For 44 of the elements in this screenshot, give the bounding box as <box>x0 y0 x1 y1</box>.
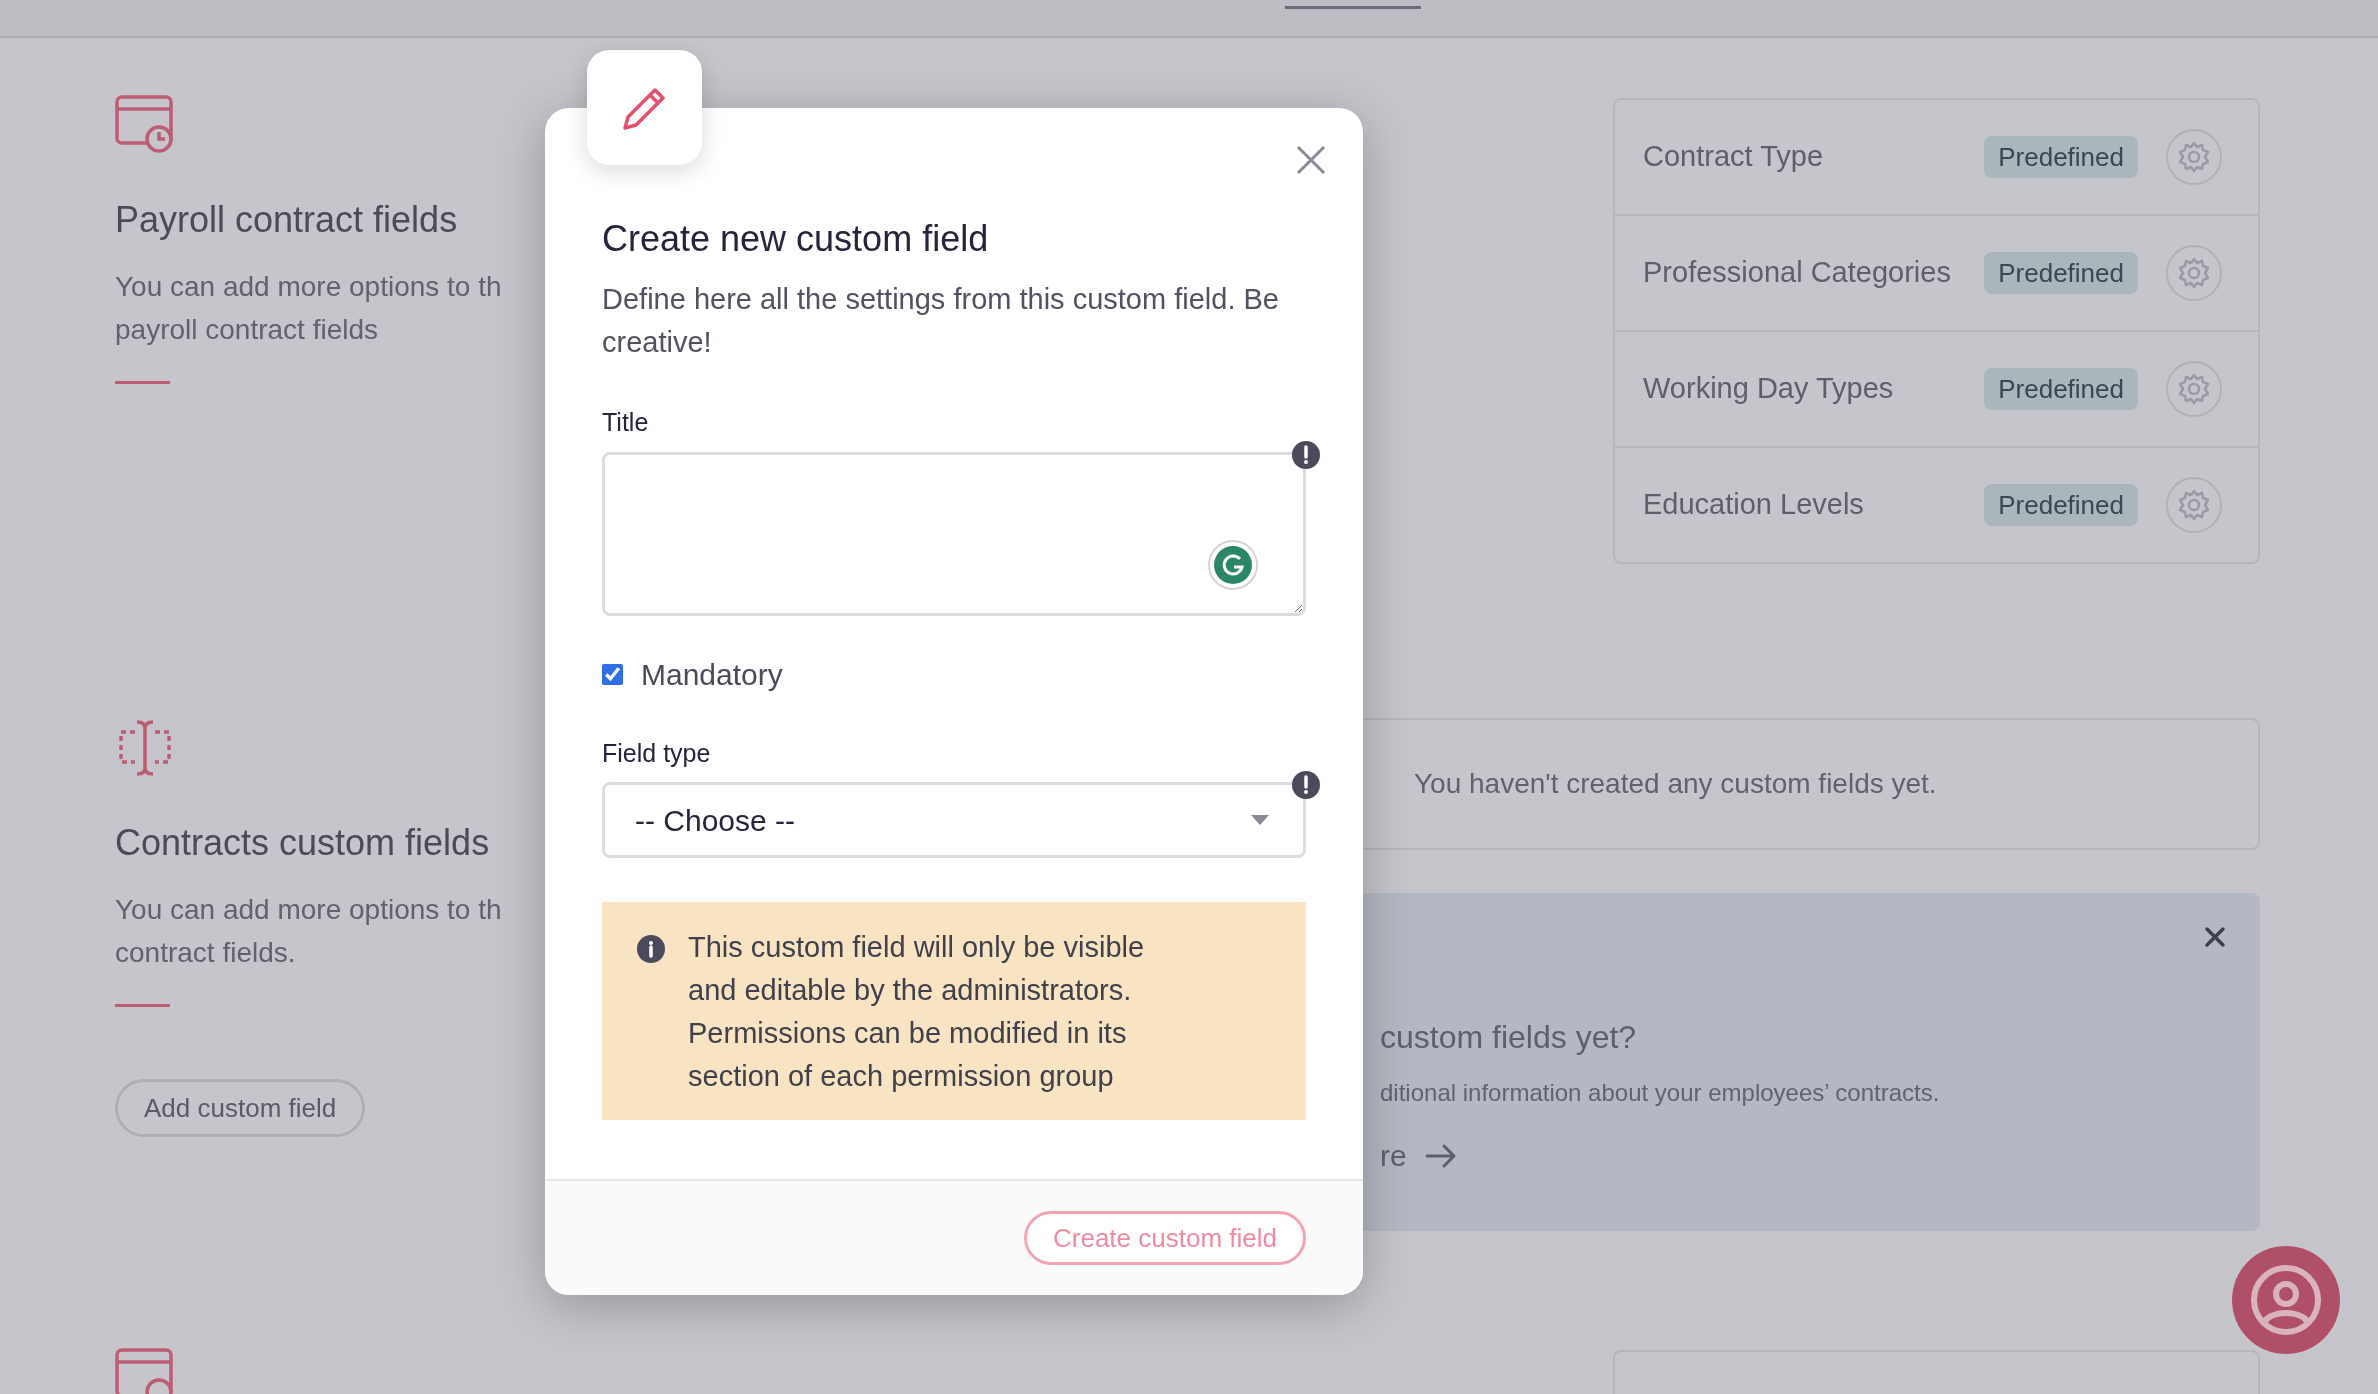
accent-line <box>115 1004 170 1007</box>
checkbox-label[interactable]: Mandatory <box>641 651 783 697</box>
section-description: You can add more options to th contract fields. <box>115 893 502 970</box>
settings-button[interactable] <box>2166 245 2222 301</box>
field-label: Field type <box>602 737 712 769</box>
learn-more-link[interactable]: re <box>1380 1133 1457 1178</box>
modal-title: Create new custom field <box>602 217 990 261</box>
notice-text: This custom field will only be visible and editable by the administrators. Permissions can be modified in its section of each permission group <box>688 930 1146 1094</box>
calendar-clock-icon <box>115 95 175 155</box>
close-icon[interactable] <box>1296 145 1326 175</box>
mandatory-checkbox[interactable] <box>602 663 623 685</box>
field-name: Professional Categories <box>1643 255 1952 291</box>
caret-icon <box>1251 815 1269 825</box>
info-icon <box>636 934 666 964</box>
accent-line <box>115 381 170 384</box>
predefined-badge: Predefined <box>1984 368 2138 410</box>
predefined-badge: Predefined <box>1984 252 2138 294</box>
field-label: Title <box>602 407 650 438</box>
user-icon <box>2250 1264 2322 1336</box>
section-description: You can add more options to th payroll contract fields <box>115 270 502 347</box>
settings-icon <box>2177 256 2211 290</box>
section-title: Contracts custom fields <box>115 821 491 865</box>
settings-button[interactable] <box>2166 361 2222 417</box>
settings-button[interactable] <box>2166 129 2222 185</box>
settings-icon <box>2177 140 2211 174</box>
add-custom-field-button[interactable]: Add custom field <box>115 1079 366 1137</box>
field-name: Working Day Types <box>1643 371 1895 407</box>
close-icon[interactable] <box>2204 926 2226 948</box>
settings-icon <box>2177 488 2211 522</box>
empty-state-text: You haven't created any custom fields yet. <box>1414 767 1937 801</box>
predefined-badge: Predefined <box>1984 136 2138 178</box>
section-title: Payroll contract fields <box>115 198 459 242</box>
calendar-clock-icon <box>115 1348 175 1394</box>
banner-text: ditional information about your employees’ contracts. <box>1380 1078 1941 1108</box>
settings-icon <box>2177 372 2211 406</box>
settings-button[interactable] <box>2166 477 2222 533</box>
field-name: Contract Type <box>1643 139 1824 175</box>
banner-title: custom fields yet? <box>1380 1018 1638 1057</box>
field-type-select[interactable]: -- Choose -- <box>602 782 1306 858</box>
modal-description: Define here all the settings from this custom field. Be creative! <box>602 282 1280 360</box>
title-input[interactable] <box>602 451 1306 616</box>
arrow-right-icon <box>1424 1143 1457 1168</box>
field-name: Education Levels <box>1643 487 1865 523</box>
predefined-badge: Predefined <box>1984 484 2138 526</box>
